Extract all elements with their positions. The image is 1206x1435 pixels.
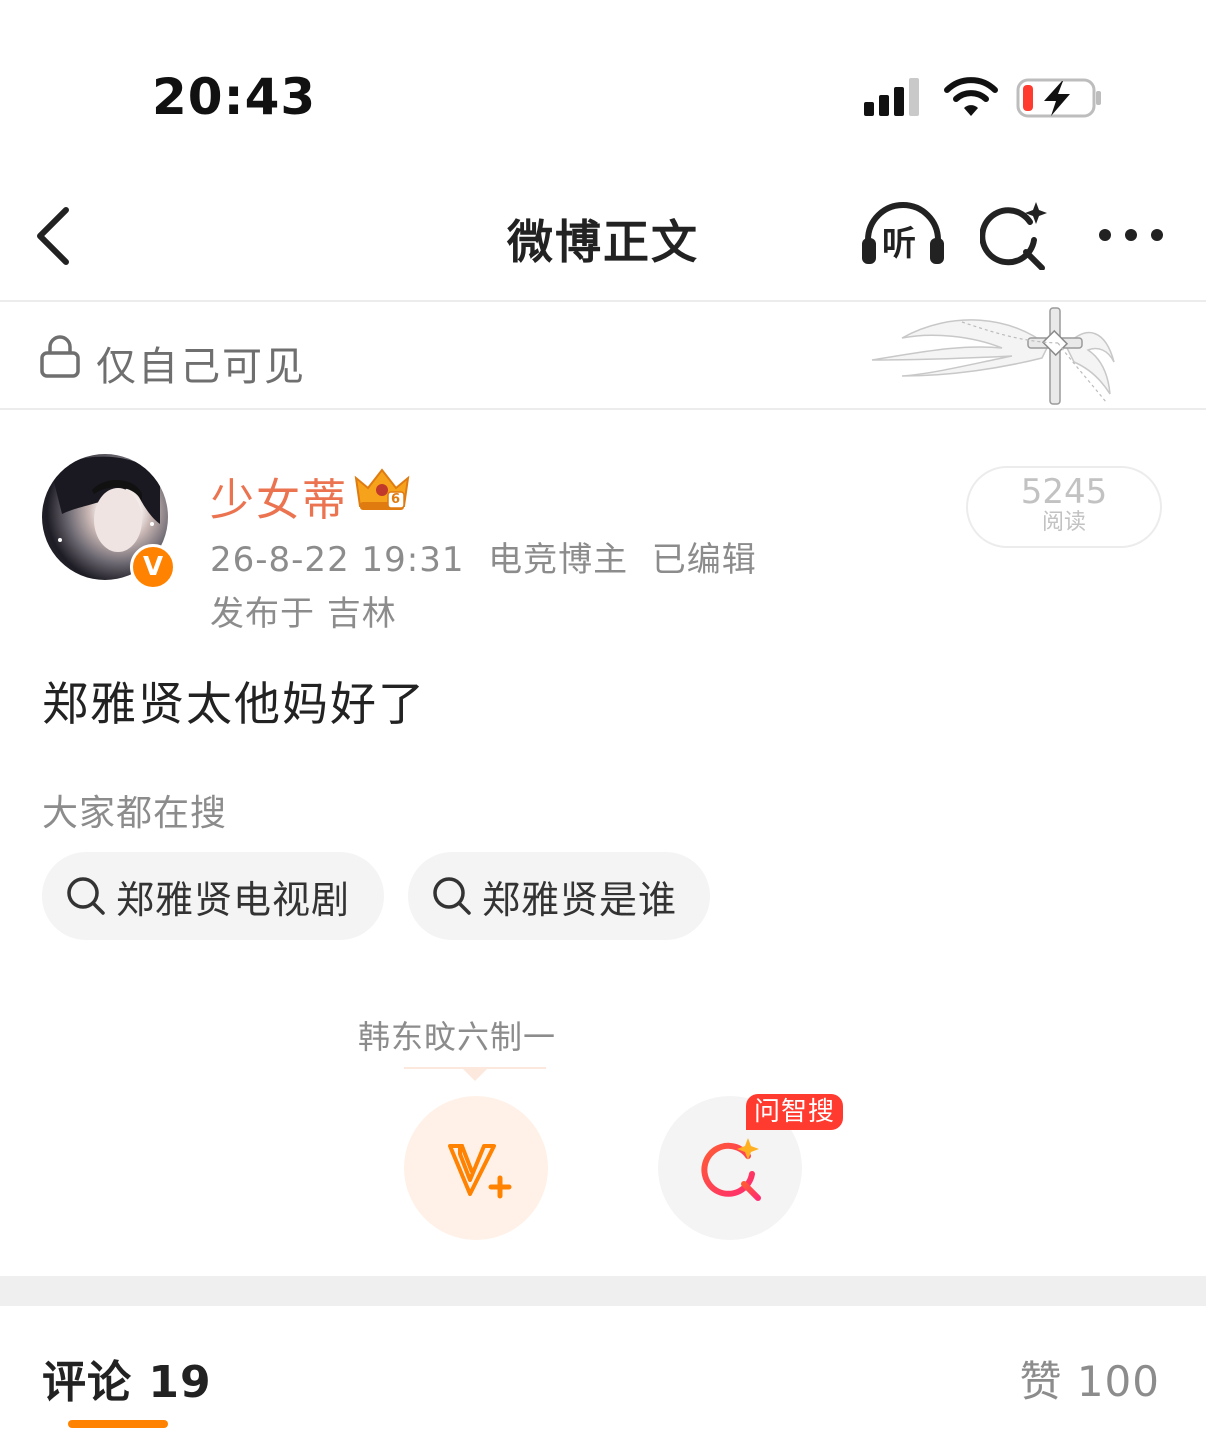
- action-tip: 韩东旼六制一: [358, 1018, 557, 1056]
- post-text: 郑雅贤太他妈好了: [42, 677, 426, 731]
- reads-label: 阅读: [1041, 510, 1086, 535]
- vip-level: 6: [391, 492, 401, 507]
- super-fan-button[interactable]: [404, 1096, 548, 1240]
- post-date: 26-8-22 19:31: [210, 540, 465, 580]
- wifi-icon: [944, 77, 998, 116]
- comments-label: 评论: [42, 1357, 132, 1408]
- more-icon[interactable]: [1096, 226, 1166, 244]
- tab-likes[interactable]: 赞 100: [1019, 1348, 1160, 1409]
- reads-count: 5245: [1020, 472, 1108, 512]
- search-icon: [67, 877, 105, 915]
- ai-search-icon[interactable]: [980, 200, 1052, 270]
- everyone-searching-heading: 大家都在搜: [42, 793, 228, 834]
- post-location: 发布于 吉林: [210, 586, 397, 635]
- author-role: 电竞博主: [488, 540, 629, 580]
- likes-count: 100: [1076, 1357, 1160, 1406]
- winged-cross-decoration-icon: [871, 307, 1115, 405]
- status-time: 20:43: [152, 68, 317, 126]
- author-name[interactable]: 少女蒂: [210, 464, 348, 528]
- search-chip[interactable]: 郑雅贤电视剧: [42, 852, 384, 940]
- reads-badge[interactable]: 5245 阅读: [966, 466, 1162, 548]
- verified-badge: V: [130, 544, 176, 590]
- battery-charging-icon: [1016, 78, 1101, 118]
- listen-button[interactable]: 听: [860, 202, 946, 268]
- location-prefix: 发布于: [210, 594, 315, 634]
- tab-comments[interactable]: 评论 19: [42, 1346, 212, 1410]
- tip-arrow: [462, 1068, 488, 1081]
- section-separator: [0, 1276, 1206, 1306]
- active-tab-indicator: [68, 1420, 168, 1428]
- cellular-signal-icon: [864, 78, 919, 116]
- vip-crown-icon[interactable]: 6: [352, 466, 412, 512]
- location-name: 吉林: [326, 594, 397, 634]
- post-meta: 26-8-22 19:31 电竞博主 已编辑: [210, 532, 757, 581]
- search-chip-label: 郑雅贤电视剧: [116, 877, 351, 922]
- lock-icon: [40, 335, 80, 378]
- visibility-divider: [0, 408, 1206, 410]
- ai-badge: 问智搜: [746, 1094, 844, 1130]
- search-chip-label: 郑雅贤是谁: [482, 877, 678, 922]
- search-chip[interactable]: 郑雅贤是谁: [408, 852, 710, 940]
- edited-label[interactable]: 已编辑: [652, 540, 757, 580]
- visibility-label: 仅自己可见: [96, 344, 306, 390]
- listen-label: 听: [882, 224, 916, 264]
- v-plus-icon: [448, 1144, 512, 1199]
- search-icon: [433, 877, 471, 915]
- comments-count: 19: [148, 1357, 212, 1408]
- likes-label: 赞: [1019, 1357, 1063, 1406]
